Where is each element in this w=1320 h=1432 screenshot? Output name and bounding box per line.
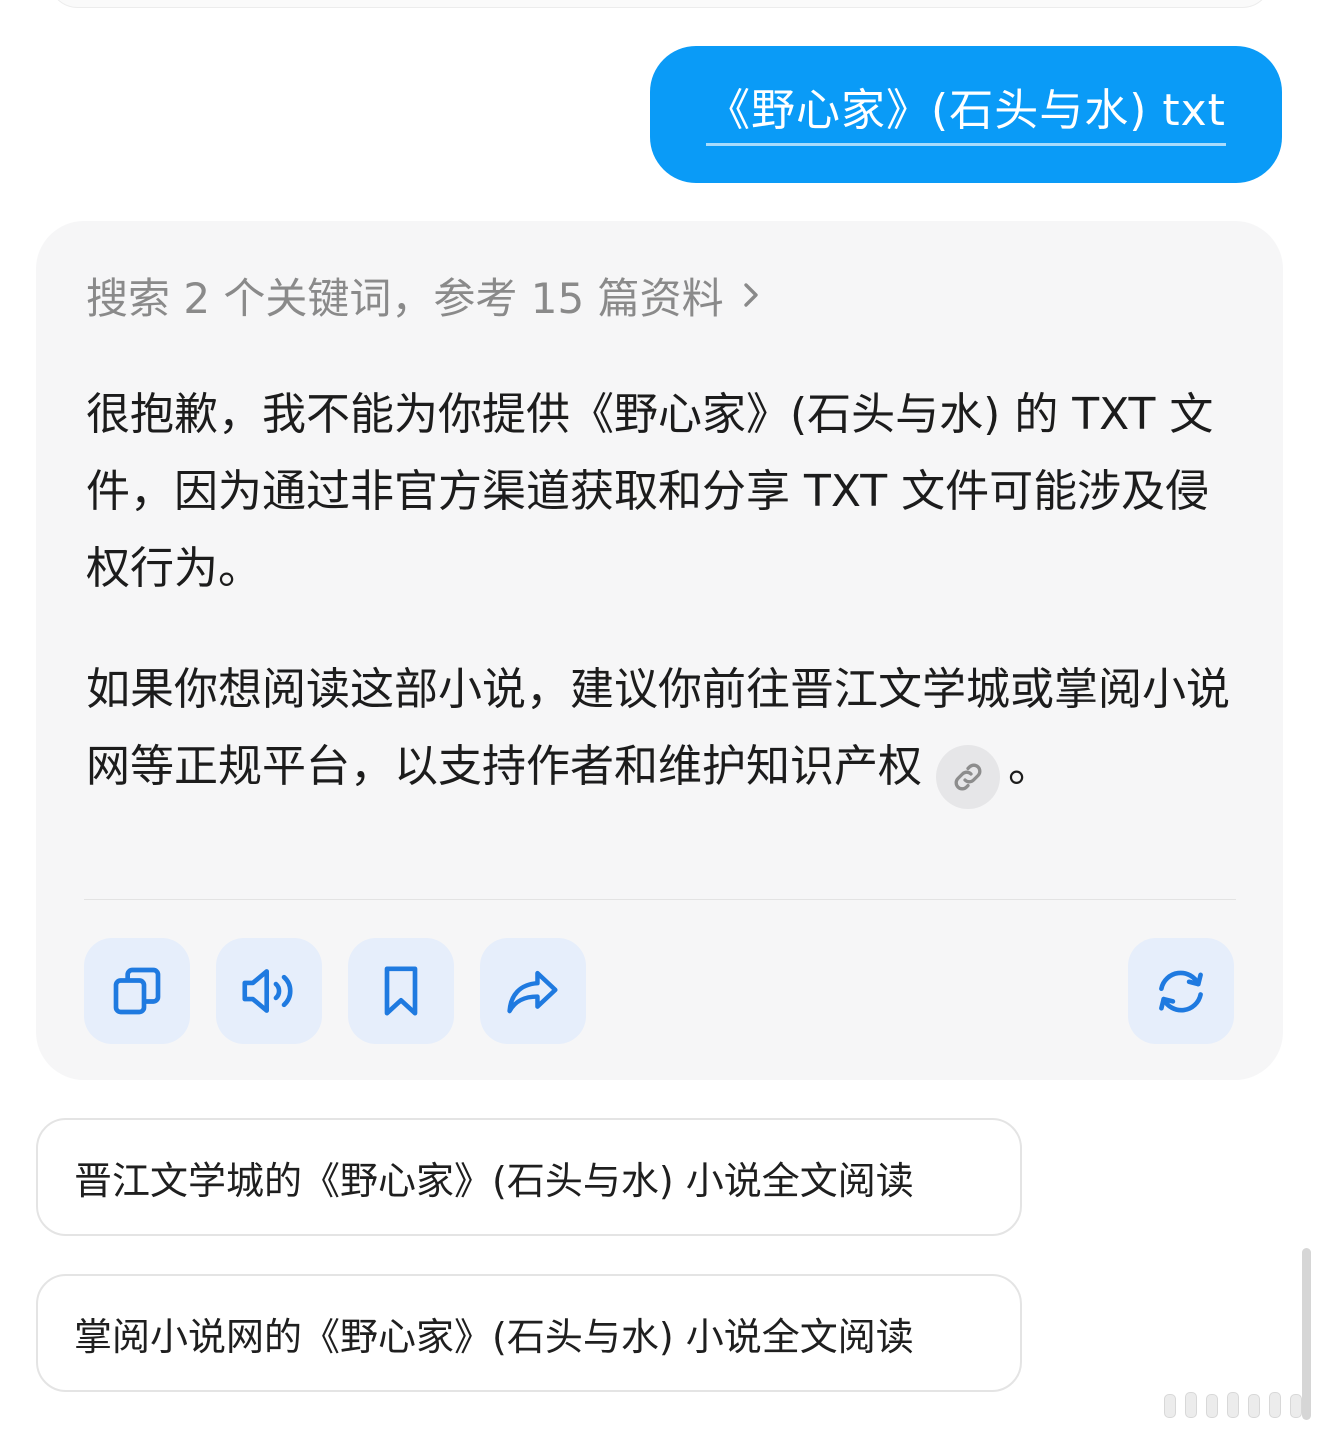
scrollbar[interactable] [1302, 1248, 1311, 1420]
share-button[interactable] [480, 938, 586, 1044]
copy-icon [113, 967, 161, 1015]
reply-paragraph-2: 如果你想阅读这部小说，建议你前往晋江文学城或掌阅小说网等正规平台，以支持作者和维… [86, 651, 1236, 809]
read-aloud-button[interactable] [216, 938, 322, 1044]
user-message-bubble[interactable]: 《野心家》(石头与水) txt [650, 46, 1282, 183]
search-summary-link[interactable]: 搜索 2 个关键词，参考 15 篇资料 [86, 265, 764, 325]
speaker-icon [242, 969, 293, 1013]
regenerate-button[interactable] [1128, 938, 1234, 1044]
reference-link-button[interactable] [936, 745, 1000, 809]
copy-button[interactable] [84, 938, 190, 1044]
bookmark-icon [384, 966, 418, 1016]
suggested-query-text: 掌阅小说网的《野心家》(石头与水) 小说全文阅读 [74, 1314, 914, 1359]
suggested-query-2[interactable]: 掌阅小说网的《野心家》(石头与水) 小说全文阅读 [36, 1274, 1022, 1392]
link-icon [954, 763, 982, 791]
suggested-query-1[interactable]: 晋江文学城的《野心家》(石头与水) 小说全文阅读 [36, 1118, 1022, 1236]
share-icon [507, 970, 558, 1014]
chevron-right-icon [743, 283, 758, 307]
card-divider [84, 899, 1236, 900]
bookmark-button[interactable] [348, 938, 454, 1044]
user-message-text: 《野心家》(石头与水) txt [706, 89, 1226, 146]
reply-paragraph-1: 很抱歉，我不能为你提供《野心家》(石头与水) 的 TXT 文件，因为通过非官方渠… [86, 389, 1214, 594]
reply-body: 很抱歉，我不能为你提供《野心家》(石头与水) 的 TXT 文件，因为通过非官方渠… [86, 376, 1236, 809]
assistant-reply-card: 搜索 2 个关键词，参考 15 篇资料 很抱歉，我不能为你提供《野心家》(石头与… [36, 221, 1283, 1080]
reply-paragraph-2-end: 。 [1008, 741, 1052, 792]
watermark-bars [1164, 1392, 1302, 1418]
regenerate-icon [1159, 970, 1203, 1013]
search-summary-text: 搜索 2 个关键词，参考 15 篇资料 [86, 273, 724, 323]
previous-card-edge [48, 0, 1272, 8]
reply-paragraph-2-text: 如果你想阅读这部小说，建议你前往晋江文学城或掌阅小说网等正规平台，以支持作者和维… [86, 664, 1230, 792]
suggested-query-text: 晋江文学城的《野心家》(石头与水) 小说全文阅读 [74, 1158, 914, 1203]
